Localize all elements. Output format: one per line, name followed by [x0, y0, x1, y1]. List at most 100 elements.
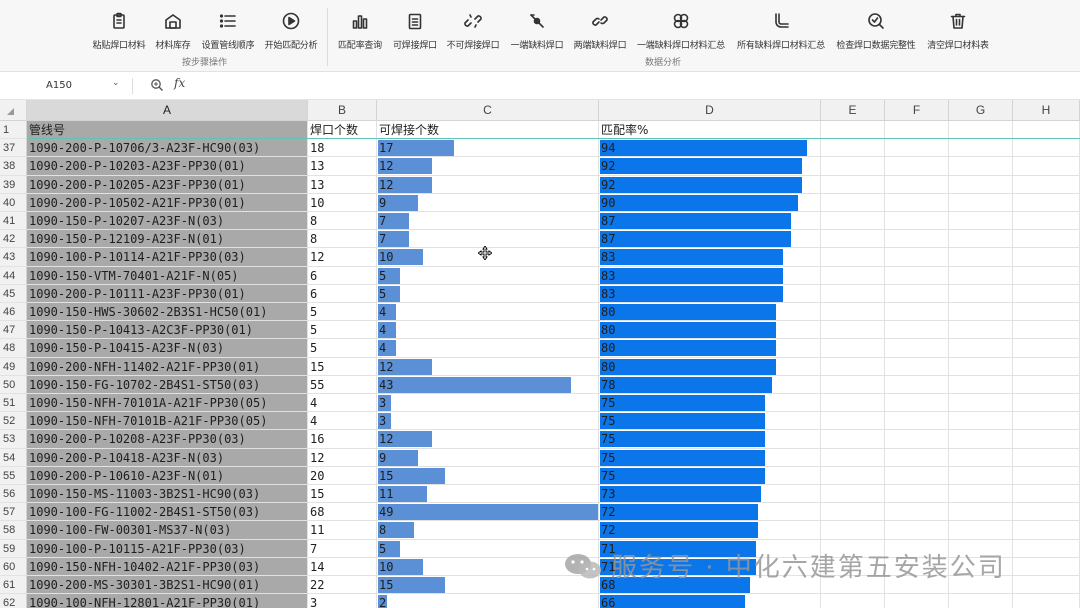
- weld-count-cell[interactable]: 6: [308, 266, 377, 285]
- row-number[interactable]: 41: [0, 212, 27, 231]
- ribbon-button[interactable]: 所有缺料焊口材料汇总: [731, 8, 831, 54]
- column-header-h[interactable]: H: [1013, 100, 1080, 121]
- pipeline-cell[interactable]: 1090-100-FG-11002-2B4S1-ST50(03): [27, 503, 308, 522]
- empty-cell[interactable]: [821, 503, 885, 522]
- empty-cell[interactable]: [885, 193, 949, 212]
- weldable-count-cell[interactable]: 5: [377, 266, 599, 285]
- empty-cell[interactable]: [821, 284, 885, 303]
- row-number[interactable]: 56: [0, 485, 27, 504]
- empty-cell[interactable]: [885, 394, 949, 413]
- empty-cell[interactable]: [821, 594, 885, 608]
- empty-cell[interactable]: [821, 375, 885, 394]
- header-cell-match-rate[interactable]: 匹配率%: [599, 121, 821, 140]
- empty-cell[interactable]: [949, 321, 1013, 340]
- empty-cell[interactable]: [885, 248, 949, 267]
- pipeline-cell[interactable]: 1090-150-NFH-70101B-A21F-PP30(05): [27, 412, 308, 431]
- empty-cell[interactable]: [949, 230, 1013, 249]
- row-number[interactable]: 37: [0, 139, 27, 158]
- row-number[interactable]: 45: [0, 284, 27, 303]
- empty-cell[interactable]: [949, 266, 1013, 285]
- column-header-g[interactable]: G: [949, 100, 1013, 121]
- empty-cell[interactable]: [885, 121, 949, 140]
- match-rate-cell[interactable]: 75: [599, 466, 821, 485]
- weld-count-cell[interactable]: 15: [308, 485, 377, 504]
- pipeline-cell[interactable]: 1090-200-P-10208-A23F-PP30(03): [27, 430, 308, 449]
- empty-cell[interactable]: [1013, 121, 1080, 140]
- weld-count-cell[interactable]: 10: [308, 193, 377, 212]
- empty-cell[interactable]: [1013, 339, 1080, 358]
- match-rate-cell[interactable]: 78: [599, 375, 821, 394]
- empty-cell[interactable]: [821, 121, 885, 140]
- match-rate-cell[interactable]: 87: [599, 212, 821, 231]
- weld-count-cell[interactable]: 11: [308, 521, 377, 540]
- match-rate-cell[interactable]: 80: [599, 357, 821, 376]
- weld-count-cell[interactable]: 55: [308, 375, 377, 394]
- weldable-count-cell[interactable]: 7: [377, 212, 599, 231]
- row-number[interactable]: 57: [0, 503, 27, 522]
- match-rate-cell[interactable]: 83: [599, 266, 821, 285]
- column-header-e[interactable]: E: [821, 100, 885, 121]
- pipeline-cell[interactable]: 1090-200-P-10706/3-A23F-HC90(03): [27, 139, 308, 158]
- empty-cell[interactable]: [1013, 539, 1080, 558]
- empty-cell[interactable]: [885, 448, 949, 467]
- weldable-count-cell[interactable]: 3: [377, 394, 599, 413]
- empty-cell[interactable]: [1013, 485, 1080, 504]
- weld-count-cell[interactable]: 13: [308, 175, 377, 194]
- empty-cell[interactable]: [949, 339, 1013, 358]
- weldable-count-cell[interactable]: 5: [377, 284, 599, 303]
- empty-cell[interactable]: [821, 266, 885, 285]
- empty-cell[interactable]: [1013, 557, 1080, 576]
- empty-cell[interactable]: [1013, 248, 1080, 267]
- weldable-count-cell[interactable]: 9: [377, 448, 599, 467]
- weldable-count-cell[interactable]: 12: [377, 357, 599, 376]
- empty-cell[interactable]: [1013, 448, 1080, 467]
- empty-cell[interactable]: [1013, 321, 1080, 340]
- empty-cell[interactable]: [821, 321, 885, 340]
- pipeline-cell[interactable]: 1090-200-P-10418-A23F-N(03): [27, 448, 308, 467]
- match-rate-cell[interactable]: 72: [599, 521, 821, 540]
- weld-count-cell[interactable]: 3: [308, 594, 377, 608]
- weld-count-cell[interactable]: 7: [308, 539, 377, 558]
- empty-cell[interactable]: [949, 284, 1013, 303]
- empty-cell[interactable]: [1013, 139, 1080, 158]
- match-rate-cell[interactable]: 83: [599, 248, 821, 267]
- empty-cell[interactable]: [949, 466, 1013, 485]
- empty-cell[interactable]: [885, 303, 949, 322]
- row-number[interactable]: 62: [0, 594, 27, 608]
- row-number[interactable]: 54: [0, 448, 27, 467]
- row-number[interactable]: 51: [0, 394, 27, 413]
- empty-cell[interactable]: [885, 266, 949, 285]
- empty-cell[interactable]: [1013, 303, 1080, 322]
- empty-cell[interactable]: [821, 412, 885, 431]
- row-number[interactable]: 53: [0, 430, 27, 449]
- pipeline-cell[interactable]: 1090-150-P-10415-A23F-N(03): [27, 339, 308, 358]
- row-number[interactable]: 58: [0, 521, 27, 540]
- header-cell-weld-count[interactable]: 焊口个数: [308, 121, 377, 140]
- match-rate-cell[interactable]: 75: [599, 394, 821, 413]
- empty-cell[interactable]: [885, 212, 949, 231]
- row-number[interactable]: 60: [0, 557, 27, 576]
- row-number[interactable]: 38: [0, 157, 27, 176]
- empty-cell[interactable]: [949, 303, 1013, 322]
- pipeline-cell[interactable]: 1090-150-P-10413-A2C3F-PP30(01): [27, 321, 308, 340]
- weld-count-cell[interactable]: 12: [308, 248, 377, 267]
- match-rate-cell[interactable]: 72: [599, 503, 821, 522]
- empty-cell[interactable]: [1013, 175, 1080, 194]
- weldable-count-cell[interactable]: 12: [377, 157, 599, 176]
- empty-cell[interactable]: [885, 594, 949, 608]
- weld-count-cell[interactable]: 6: [308, 284, 377, 303]
- empty-cell[interactable]: [949, 248, 1013, 267]
- weldable-count-cell[interactable]: 12: [377, 430, 599, 449]
- empty-cell[interactable]: [949, 357, 1013, 376]
- weldable-count-cell[interactable]: 9: [377, 193, 599, 212]
- empty-cell[interactable]: [1013, 193, 1080, 212]
- empty-cell[interactable]: [1013, 157, 1080, 176]
- empty-cell[interactable]: [821, 157, 885, 176]
- pipeline-cell[interactable]: 1090-200-P-10203-A23F-PP30(01): [27, 157, 308, 176]
- empty-cell[interactable]: [885, 284, 949, 303]
- column-header-f[interactable]: F: [885, 100, 949, 121]
- empty-cell[interactable]: [1013, 576, 1080, 595]
- empty-cell[interactable]: [821, 448, 885, 467]
- empty-cell[interactable]: [885, 321, 949, 340]
- match-rate-cell[interactable]: 75: [599, 430, 821, 449]
